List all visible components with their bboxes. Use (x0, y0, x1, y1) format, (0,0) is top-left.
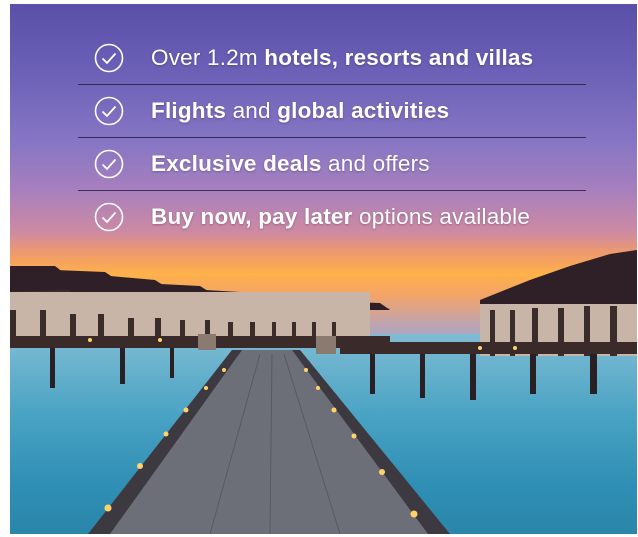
feature-list: Over 1.2m hotels, resorts and villas Fli… (78, 32, 586, 243)
promo-banner: Over 1.2m hotels, resorts and villas Fli… (10, 4, 637, 534)
check-circle-icon (94, 96, 124, 126)
feature-text: Buy now, pay later options available (151, 204, 531, 229)
feature-item-flights: Flights and global activities (78, 85, 586, 138)
feature-item-deals: Exclusive deals and offers (78, 138, 586, 191)
feature-item-hotels: Over 1.2m hotels, resorts and villas (78, 32, 586, 85)
feature-text: Flights and global activities (151, 98, 450, 123)
feature-text: Exclusive deals and offers (151, 151, 430, 176)
check-circle-icon (94, 202, 124, 232)
check-circle-icon (94, 149, 124, 179)
check-circle-icon (94, 43, 124, 73)
feature-item-pay-later: Buy now, pay later options available (78, 191, 586, 243)
feature-text: Over 1.2m hotels, resorts and villas (151, 45, 534, 70)
